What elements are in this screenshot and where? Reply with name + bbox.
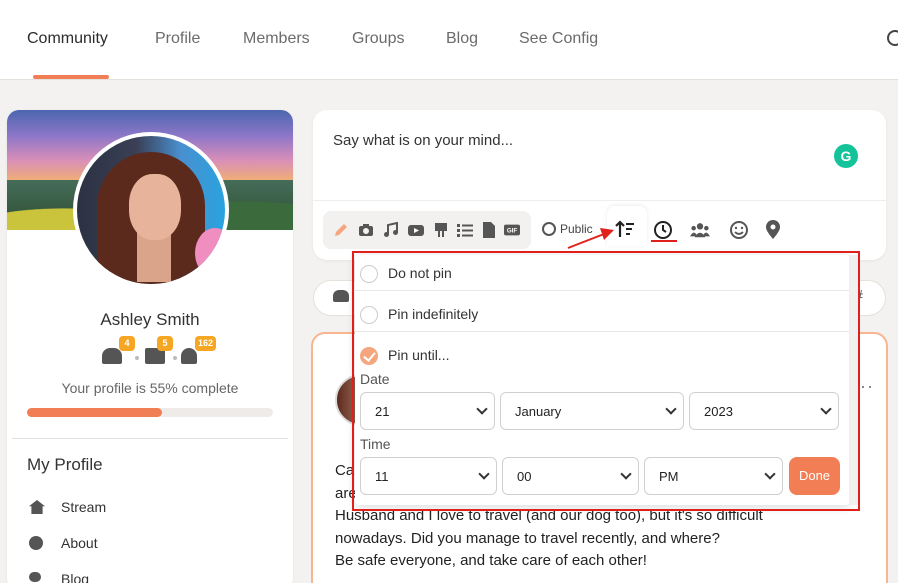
chevron-down-icon <box>476 403 488 415</box>
pin-sort-icon[interactable] <box>615 219 635 239</box>
search-icon[interactable] <box>887 30 898 46</box>
gif-icon[interactable]: GIF <box>504 222 520 238</box>
notifications-badge: 162 <box>195 336 217 351</box>
my-profile-heading: My Profile <box>27 455 103 474</box>
dropdown-scrollbar[interactable] <box>849 255 858 505</box>
pin-options-dropdown: Do not pin Pin indefinitely Pin until...… <box>355 255 850 505</box>
profile-completion-text: Your profile is 55% complete <box>61 380 239 396</box>
camera-icon[interactable] <box>358 222 374 238</box>
profile-card: Ashley Smith 4 5 162 Your profile is 55%… <box>7 110 293 583</box>
top-nav: Community Profile Members Groups Blog Se… <box>0 0 898 80</box>
year-select[interactable]: 2023 <box>689 392 839 430</box>
chevron-down-icon <box>764 468 776 480</box>
ampm-select[interactable]: PM <box>644 457 783 495</box>
friends-badge: 4 <box>119 336 135 351</box>
chevron-down-icon <box>620 468 632 480</box>
post-type-toolbar <box>323 211 531 249</box>
file-icon[interactable] <box>481 222 497 238</box>
clock-underline <box>651 240 677 242</box>
quote-icon <box>29 572 41 582</box>
svg-text:GIF: GIF <box>507 228 518 235</box>
pin-option-indefinitely[interactable]: Pin indefinitely <box>355 300 850 340</box>
pencil-icon[interactable] <box>333 222 349 238</box>
user-circle-icon <box>29 536 43 550</box>
globe-icon <box>542 222 556 236</box>
profile-progress-fill <box>27 408 163 417</box>
tab-community[interactable]: Community <box>27 30 108 48</box>
pin-option-until[interactable]: Pin until... <box>355 341 850 381</box>
friends-icon[interactable] <box>102 348 122 364</box>
tab-blog[interactable]: Blog <box>446 30 478 48</box>
time-label: Time <box>360 436 391 452</box>
chevron-down-icon <box>478 468 490 480</box>
location-icon[interactable] <box>763 220 783 240</box>
chevron-down-icon <box>820 403 832 415</box>
clock-icon[interactable] <box>653 220 673 240</box>
tab-groups[interactable]: Groups <box>352 30 404 48</box>
chevron-down-icon <box>665 403 677 415</box>
tab-members[interactable]: Members <box>243 30 310 48</box>
grammarly-icon[interactable]: G <box>834 144 858 168</box>
messages-badge: 5 <box>157 336 173 351</box>
radio-pin-until[interactable] <box>360 347 378 365</box>
home-icon <box>29 500 45 514</box>
tab-see-config[interactable]: See Config <box>519 30 598 48</box>
video-icon[interactable] <box>408 222 424 238</box>
month-select[interactable]: January <box>500 392 684 430</box>
composer-input[interactable]: Say what is on your mind... <box>333 132 513 149</box>
date-label: Date <box>360 371 390 387</box>
active-tab-indicator <box>33 75 109 79</box>
day-select[interactable]: 21 <box>360 392 495 430</box>
emoji-icon[interactable] <box>729 220 749 240</box>
profile-name[interactable]: Ashley Smith <box>7 310 293 330</box>
poll-icon[interactable] <box>433 222 449 238</box>
notifications-icon[interactable] <box>181 348 197 364</box>
members-filter-icon[interactable] <box>333 290 349 302</box>
radio-pin-indefinitely[interactable] <box>360 306 378 324</box>
radio-do-not-pin[interactable] <box>360 265 378 283</box>
music-icon[interactable] <box>383 222 399 238</box>
list-icon[interactable] <box>457 222 473 238</box>
privacy-selector[interactable]: Public <box>542 222 593 236</box>
avatar[interactable] <box>73 132 229 288</box>
done-button[interactable]: Done <box>789 457 840 495</box>
profile-progress-bar <box>27 408 273 417</box>
group-icon[interactable] <box>690 220 710 240</box>
tab-profile[interactable]: Profile <box>155 30 200 48</box>
pin-option-do-not-pin[interactable]: Do not pin <box>355 259 850 299</box>
hour-select[interactable]: 11 <box>360 457 497 495</box>
minute-select[interactable]: 00 <box>502 457 639 495</box>
profile-stats: 4 5 162 <box>97 336 217 372</box>
